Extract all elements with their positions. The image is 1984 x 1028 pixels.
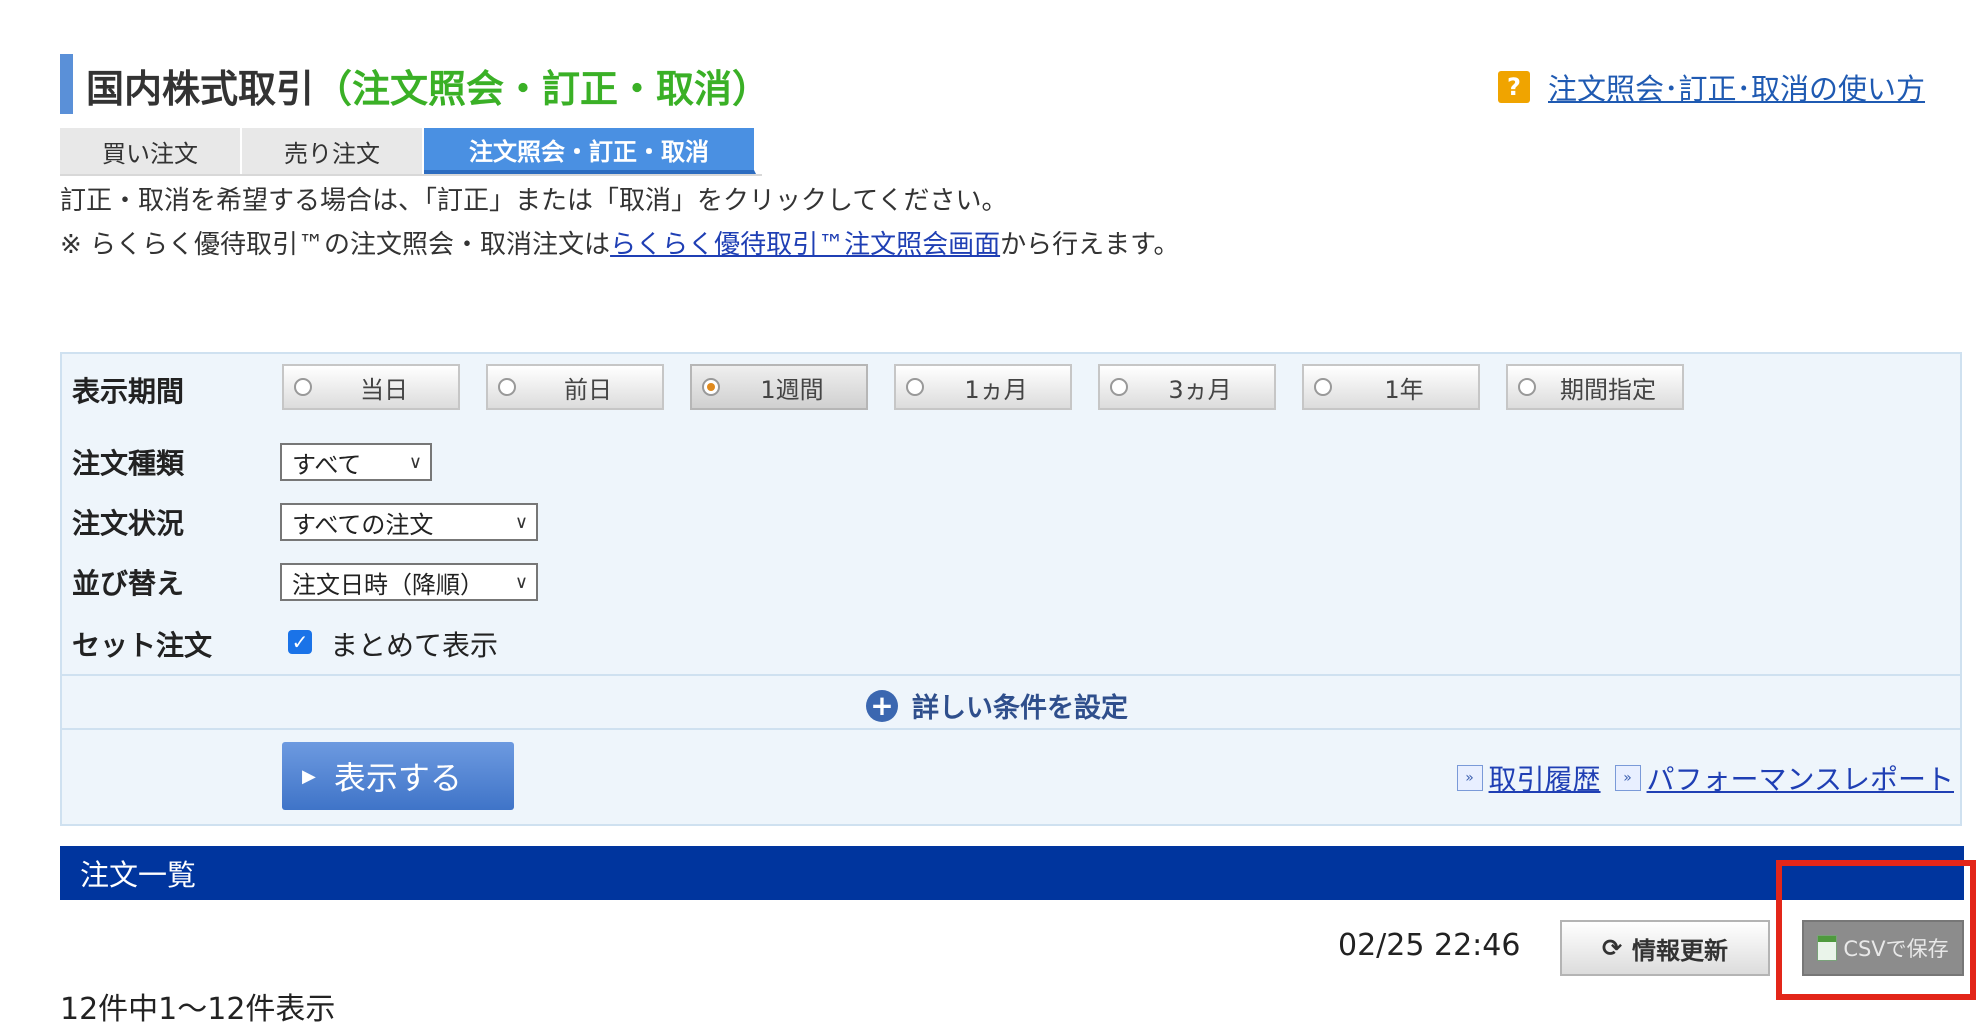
chevron-down-icon: ∨ bbox=[514, 511, 528, 533]
rakuraku-inquiry-link[interactable]: らくらく優待取引™注文照会画面 bbox=[610, 230, 1000, 260]
intro-line-1: 訂正・取消を希望する場合は、「訂正」または「取消」をクリックしてください。 bbox=[60, 186, 1008, 216]
order-tabs: 買い注文 売り注文 注文照会・訂正・取消 bbox=[60, 128, 756, 174]
related-links: » 取引履歴 » パフォーマンスレポート bbox=[1456, 758, 1962, 798]
period-option-label: 1ヵ月 bbox=[964, 375, 1028, 404]
play-icon: ▶ bbox=[302, 765, 316, 787]
period-option-label: 当日 bbox=[360, 375, 408, 404]
radio-icon bbox=[1314, 378, 1332, 396]
order-type-select[interactable]: すべて ∨ bbox=[280, 443, 432, 481]
checkbox-checked-icon[interactable]: ✓ bbox=[288, 630, 312, 654]
advanced-conditions-label[interactable]: 詳しい条件を設定 bbox=[912, 686, 1128, 725]
period-option-1-week[interactable]: 1週間 bbox=[690, 364, 868, 410]
chevron-down-icon: ∨ bbox=[408, 451, 422, 473]
double-chevron-icon: » bbox=[1456, 765, 1483, 791]
period-label: 表示期間 bbox=[72, 375, 185, 408]
result-count: 12件中1～12件表示 bbox=[60, 992, 336, 1027]
set-order-label: セット注文 bbox=[72, 629, 213, 662]
sort-value: 注文日時（降順） bbox=[292, 570, 484, 599]
order-type-value: すべて bbox=[292, 450, 362, 479]
period-option-3-months[interactable]: 3ヵ月 bbox=[1098, 364, 1276, 410]
period-option-1-month[interactable]: 1ヵ月 bbox=[894, 364, 1072, 410]
help-icon[interactable]: ? bbox=[1498, 71, 1530, 103]
tab-underline bbox=[60, 174, 762, 176]
intro-line-2-suffix: から行えます。 bbox=[1000, 230, 1180, 260]
order-list-header: 注文一覧 bbox=[60, 846, 1964, 900]
title-accent-bar bbox=[60, 54, 73, 114]
period-option-prev-day[interactable]: 前日 bbox=[486, 364, 664, 410]
order-type-label: 注文種類 bbox=[72, 447, 185, 480]
help-link-group[interactable]: ? 注文照会･訂正･取消の使い方 bbox=[1498, 66, 1925, 108]
set-order-checkbox-label[interactable]: まとめて表示 bbox=[330, 624, 498, 664]
order-status-select[interactable]: すべての注文 ∨ bbox=[280, 503, 538, 541]
refresh-button[interactable]: ⟳ 情報更新 bbox=[1560, 920, 1770, 976]
radio-icon bbox=[906, 378, 924, 396]
order-status-value: すべての注文 bbox=[292, 510, 434, 539]
period-option-1-year[interactable]: 1年 bbox=[1302, 364, 1480, 410]
tab-sell-order[interactable]: 売り注文 bbox=[242, 128, 424, 174]
period-option-today[interactable]: 当日 bbox=[282, 364, 460, 410]
trade-history-link[interactable]: 取引履歴 bbox=[1489, 758, 1601, 798]
period-option-label: 3ヵ月 bbox=[1168, 375, 1232, 404]
refresh-button-label: 情報更新 bbox=[1632, 936, 1729, 965]
period-option-custom[interactable]: 期間指定 bbox=[1506, 364, 1684, 410]
radio-icon bbox=[294, 378, 312, 396]
order-list-title: 注文一覧 bbox=[80, 858, 197, 892]
intro-line-2: ※ らくらく優待取引™の注文照会・取消注文はらくらく優待取引™注文照会画面から行… bbox=[60, 224, 1179, 261]
highlight-box bbox=[1776, 860, 1976, 1000]
panel-divider bbox=[62, 728, 1960, 730]
radio-icon bbox=[1110, 378, 1128, 396]
intro-line-2-prefix: ※ らくらく優待取引™の注文照会・取消注文は bbox=[60, 230, 611, 260]
period-option-label: 1週間 bbox=[760, 375, 824, 404]
period-option-label: 期間指定 bbox=[1560, 375, 1656, 404]
show-button[interactable]: ▶ 表示する bbox=[282, 742, 514, 810]
set-order-checkbox[interactable]: ✓ bbox=[288, 630, 312, 654]
chevron-down-icon: ∨ bbox=[514, 571, 528, 593]
order-status-label: 注文状況 bbox=[72, 507, 185, 540]
page-title-sub: （注文照会・訂正・取消） bbox=[314, 67, 771, 111]
radio-icon bbox=[498, 378, 516, 396]
show-button-label: 表示する bbox=[333, 759, 462, 797]
refresh-icon: ⟳ bbox=[1601, 934, 1623, 962]
period-option-label: 前日 bbox=[564, 375, 612, 404]
page-title-main: 国内株式取引 bbox=[86, 67, 315, 111]
performance-report-link[interactable]: パフォーマンスレポート bbox=[1647, 758, 1954, 798]
panel-divider bbox=[62, 674, 1960, 676]
tab-buy-order[interactable]: 買い注文 bbox=[60, 128, 242, 174]
tab-order-inquiry[interactable]: 注文照会・訂正・取消 bbox=[424, 128, 756, 174]
updated-timestamp: 02/25 22:46 bbox=[1338, 928, 1521, 963]
radio-selected-icon bbox=[702, 378, 720, 396]
advanced-conditions-toggle[interactable]: + 詳しい条件を設定 bbox=[866, 686, 1128, 725]
period-option-label: 1年 bbox=[1384, 375, 1424, 404]
double-chevron-icon: » bbox=[1614, 765, 1641, 791]
help-link[interactable]: 注文照会･訂正･取消の使い方 bbox=[1548, 66, 1925, 108]
sort-select[interactable]: 注文日時（降順） ∨ bbox=[280, 563, 538, 601]
page-title: 国内株式取引（注文照会・訂正・取消） bbox=[86, 58, 770, 113]
sort-label: 並び替え bbox=[72, 567, 185, 600]
radio-icon bbox=[1518, 378, 1536, 396]
plus-icon[interactable]: + bbox=[866, 689, 898, 722]
